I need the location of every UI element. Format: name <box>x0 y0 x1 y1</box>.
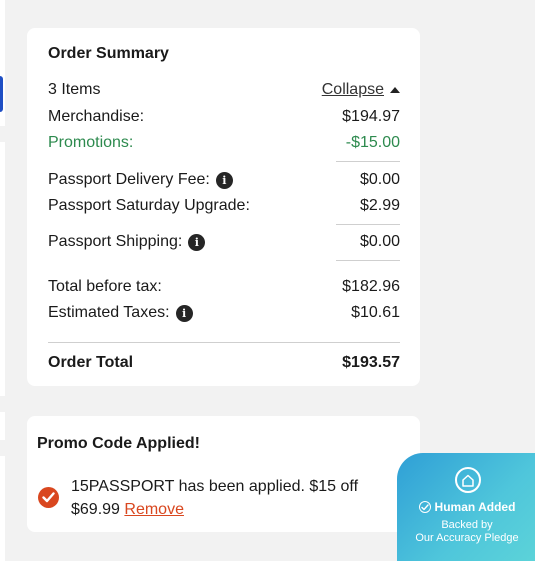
promotions-row: Promotions: -$15.00 <box>48 132 400 154</box>
total-before-tax-label: Total before tax: <box>48 278 162 295</box>
collapse-button[interactable]: Collapse <box>322 81 400 99</box>
human-added-badge[interactable]: Human Added Backed by Our Accuracy Pledg… <box>397 453 535 561</box>
shipping-label: Passport Shipping: <box>48 233 183 250</box>
check-circle-icon <box>418 501 431 513</box>
promo-title: Promo Code Applied! <box>37 435 200 452</box>
items-count: 3 Items <box>48 81 101 98</box>
divider <box>336 224 400 225</box>
shipping-value: $0.00 <box>359 233 400 250</box>
info-icon[interactable]: i <box>188 233 206 251</box>
badge-title-row: Human Added <box>397 500 535 514</box>
delivery-fee-label: Passport Delivery Fee: <box>48 171 210 188</box>
estimated-taxes-label-group: Estimated Taxes: i <box>48 304 193 322</box>
edge-gap <box>0 126 5 142</box>
order-total-value: $193.57 <box>342 354 400 371</box>
shipping-row: Passport Shipping: i $0.00 <box>48 231 400 253</box>
items-row: 3 Items Collapse <box>48 79 400 101</box>
info-icon[interactable]: i <box>175 304 193 322</box>
delivery-fee-row: Passport Delivery Fee: i $0.00 <box>48 169 400 191</box>
divider <box>336 161 400 162</box>
estimated-taxes-row: Estimated Taxes: i $10.61 <box>48 302 400 324</box>
promotions-value: -$15.00 <box>345 134 400 151</box>
total-before-tax-value: $182.96 <box>342 278 400 295</box>
info-icon[interactable]: i <box>215 171 233 189</box>
divider <box>336 260 400 261</box>
edge-gap <box>0 396 5 412</box>
saturday-upgrade-label: Passport Saturday Upgrade: <box>48 197 250 214</box>
promo-message: 15PASSPORT has been applied. $15 off $69… <box>71 478 359 518</box>
check-mark-icon <box>42 492 55 503</box>
caret-up-icon <box>390 87 400 93</box>
delivery-fee-label-group: Passport Delivery Fee: i <box>48 171 233 189</box>
divider <box>48 342 400 343</box>
estimated-taxes-value: $10.61 <box>351 304 400 321</box>
house-logo-icon <box>455 467 481 493</box>
promo-code-card: Promo Code Applied! 15PASSPORT has been … <box>27 416 420 532</box>
merchandise-row: Merchandise: $194.97 <box>48 106 400 128</box>
promotions-label: Promotions: <box>48 134 134 151</box>
badge-title: Human Added <box>434 500 516 514</box>
order-total-label: Order Total <box>48 354 134 371</box>
edge-gap <box>0 440 5 456</box>
badge-line-1: Backed by <box>441 519 493 531</box>
estimated-taxes-label: Estimated Taxes: <box>48 304 170 321</box>
collapse-label: Collapse <box>321 81 384 98</box>
left-edge-panel <box>0 0 5 561</box>
house-icon <box>462 474 474 487</box>
shipping-label-group: Passport Shipping: i <box>48 233 206 251</box>
check-circle-icon <box>38 487 59 508</box>
promo-message-block: 15PASSPORT has been applied. $15 off $69… <box>71 475 371 521</box>
merchandise-label: Merchandise: <box>48 108 145 125</box>
order-summary-card: Order Summary 3 Items Collapse Merchandi… <box>27 28 420 386</box>
saturday-upgrade-value: $2.99 <box>359 197 400 214</box>
badge-subtitle: Backed by Our Accuracy Pledge <box>397 519 535 545</box>
check-mark-icon <box>420 503 429 510</box>
total-before-tax-row: Total before tax: $182.96 <box>48 276 400 298</box>
blue-tab-indicator <box>0 76 3 112</box>
delivery-fee-value: $0.00 <box>359 171 400 188</box>
merchandise-value: $194.97 <box>342 108 400 125</box>
saturday-upgrade-row: Passport Saturday Upgrade: $2.99 <box>48 195 400 217</box>
badge-line-2: Our Accuracy Pledge <box>415 532 519 544</box>
remove-promo-link[interactable]: Remove <box>124 501 184 518</box>
order-summary-title: Order Summary <box>48 45 169 62</box>
order-total-row: Order Total $193.57 <box>48 352 400 374</box>
